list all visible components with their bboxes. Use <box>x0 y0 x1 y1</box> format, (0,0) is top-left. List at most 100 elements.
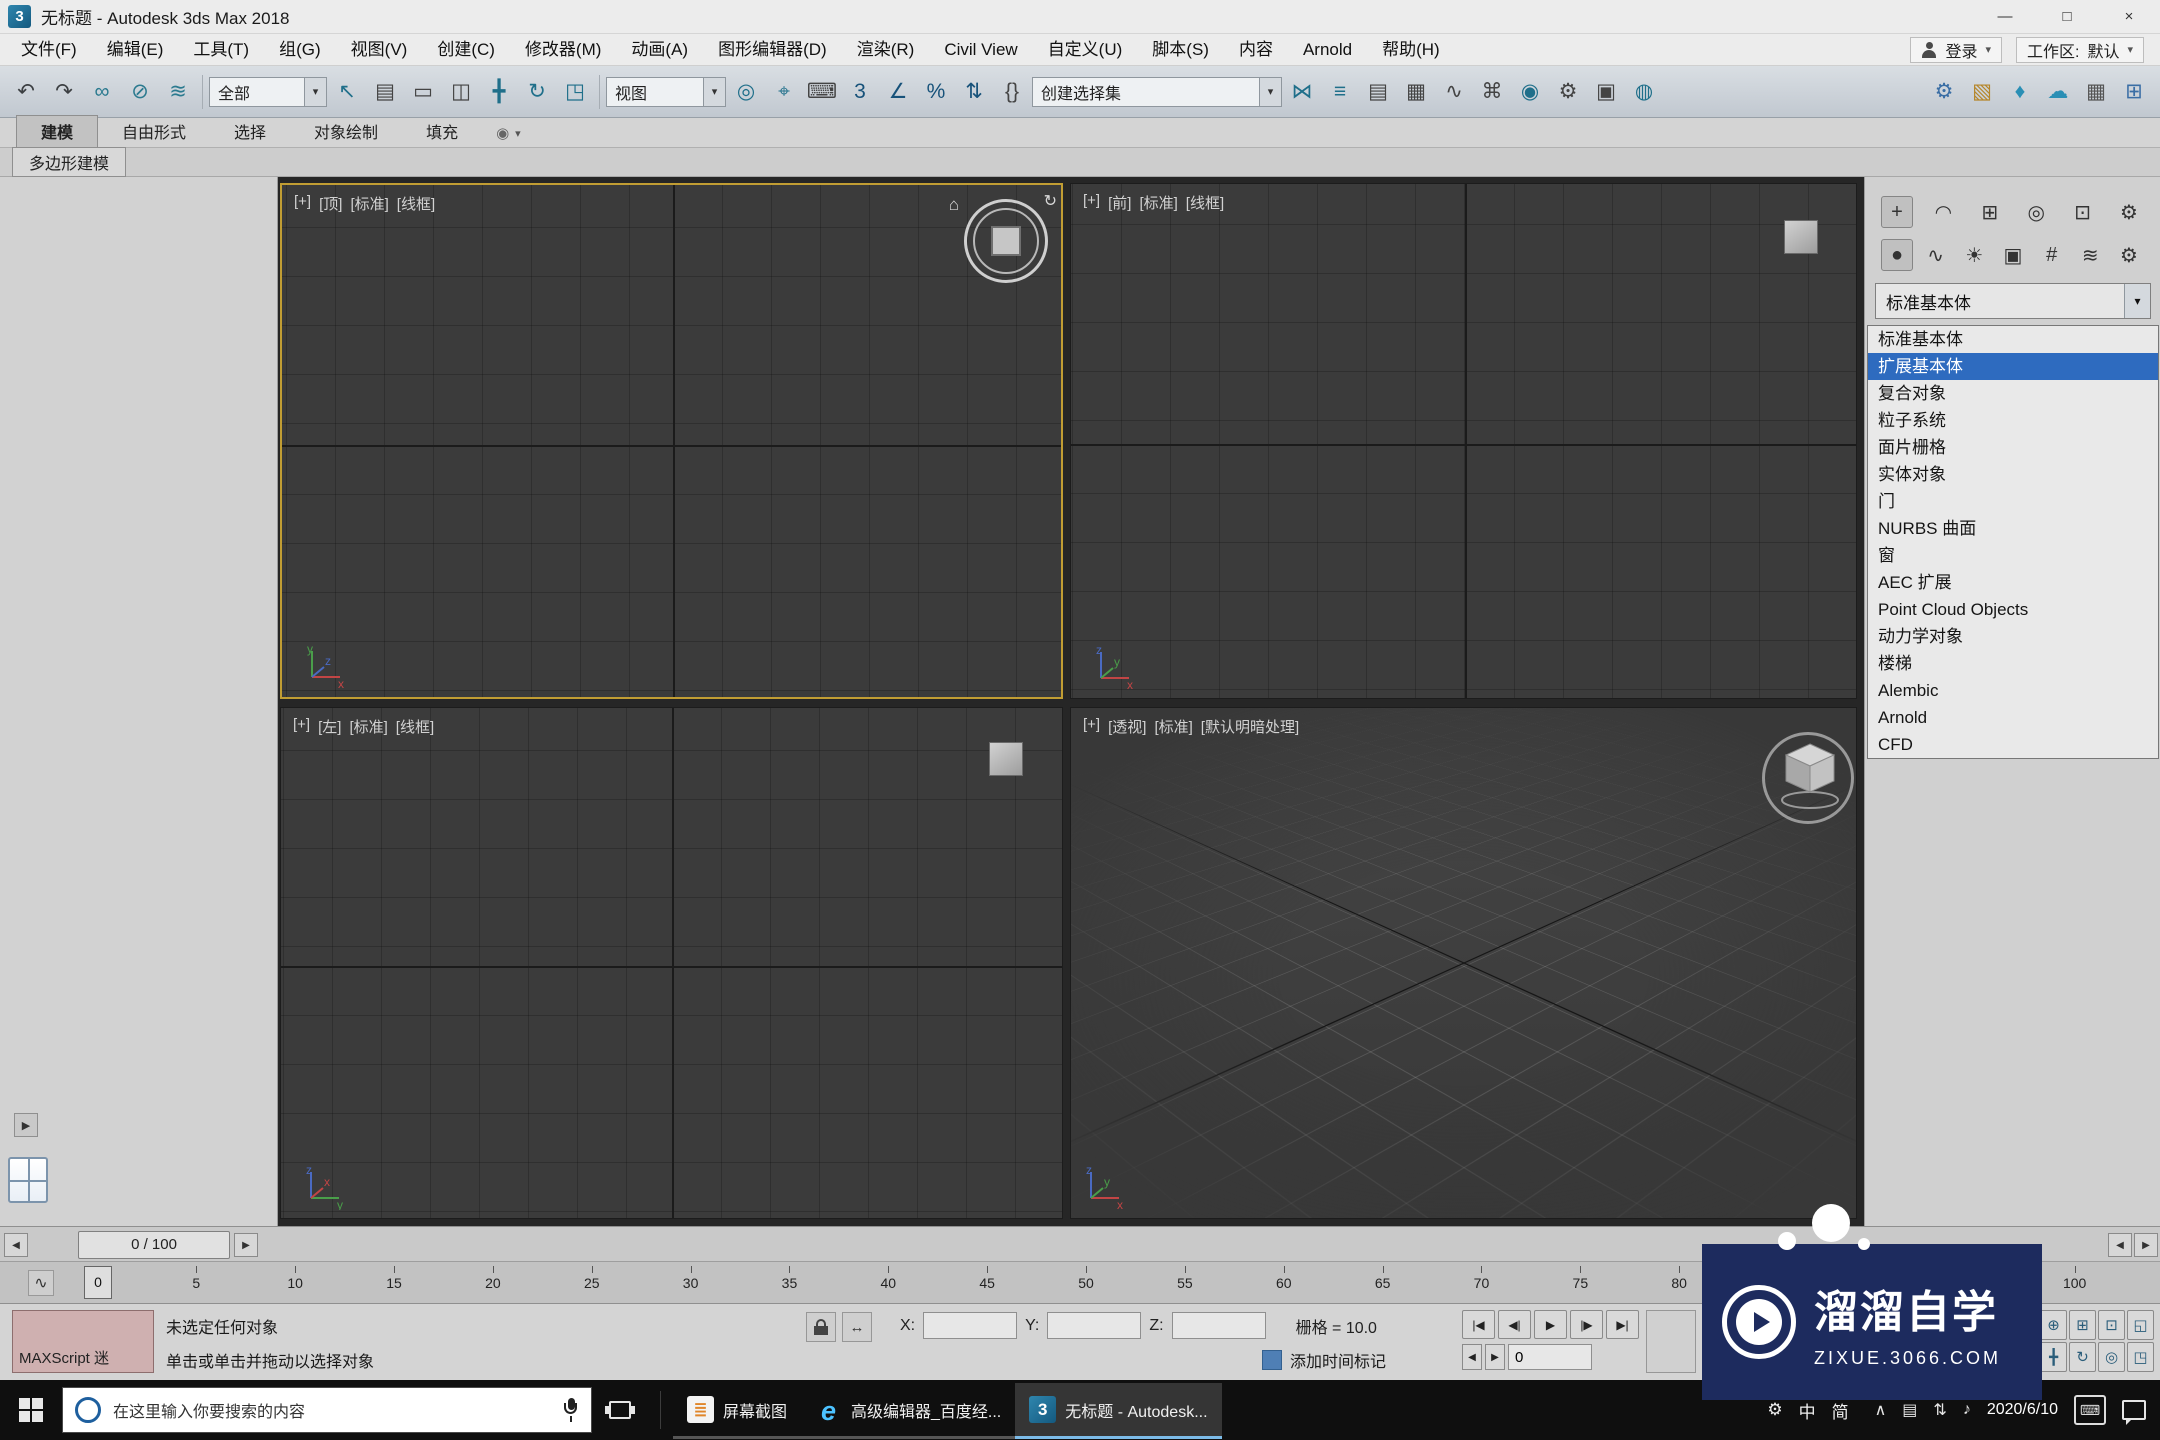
category-list-item[interactable]: NURBS 曲面 <box>1868 515 2158 542</box>
category-list-item[interactable]: 动力学对象 <box>1868 623 2158 650</box>
keyboard-shortcut-override-icon[interactable]: ⌨ <box>804 73 840 111</box>
autodesk-app-icon[interactable]: ♦ <box>2002 73 2038 111</box>
chevron-down-icon[interactable]: ▾ <box>2124 284 2150 318</box>
viewport-shading-menu[interactable]: [默认明暗处理] <box>1201 716 1299 737</box>
use-pivot-point-center-icon[interactable]: ◎ <box>728 73 764 111</box>
volume-icon[interactable]: ♪ <box>1963 1401 1971 1419</box>
asset-library-icon[interactable]: ▧ <box>1964 73 2000 111</box>
taskbar-search-input[interactable]: 在这里输入你要搜索的内容 <box>62 1387 592 1433</box>
create-tab-icon[interactable]: + <box>1881 196 1913 228</box>
ime-language-icon[interactable]: 中 <box>1799 1398 1816 1423</box>
zoom-extents-icon[interactable]: ⊡ <box>2098 1310 2125 1340</box>
notification-center-icon[interactable] <box>2122 1400 2146 1425</box>
systems-category-icon[interactable]: ⚙ <box>2113 239 2145 271</box>
previous-frame-button[interactable]: ◀| <box>1498 1310 1531 1339</box>
category-list-item[interactable]: 标准基本体 <box>1868 326 2158 353</box>
clock-date[interactable]: 2020/6/10 <box>1987 1401 2058 1419</box>
arnold-render-icon[interactable]: ▦ <box>2078 73 2114 111</box>
object-category-dropdown[interactable]: 标准基本体 ▾ <box>1875 283 2151 319</box>
maximize-button[interactable]: □ <box>2036 0 2098 33</box>
time-slider-right-arrow[interactable]: ▶ <box>234 1233 258 1257</box>
next-frame-button[interactable]: |▶ <box>1570 1310 1603 1339</box>
reference-coordinate-dropdown[interactable]: 视图 ▾ <box>606 76 726 107</box>
y-coordinate-field[interactable] <box>1047 1312 1142 1339</box>
ribbon-tab[interactable]: 选择 <box>210 116 290 147</box>
viewcube-rotation-gizmo[interactable] <box>964 199 1048 283</box>
manage-workspaces-icon[interactable]: ⚙ <box>1926 73 1962 111</box>
category-list-item[interactable]: 实体对象 <box>1868 461 2158 488</box>
named-selection-sets-dropdown[interactable]: 创建选择集 ▾ <box>1032 76 1282 107</box>
zoom-region-icon[interactable]: ◱ <box>2127 1310 2154 1340</box>
menu-item[interactable]: 工具(T) <box>178 34 264 65</box>
helpers-category-icon[interactable]: # <box>2036 239 2068 271</box>
network-status-icon[interactable]: ⇅ <box>1933 1400 1946 1420</box>
scene-explorer-icon[interactable]: ▦ <box>1398 73 1434 111</box>
viewport-left[interactable]: [+] [左] [标准] [线框] z y x <box>280 707 1063 1219</box>
login-dropdown[interactable]: 登录 ▾ <box>1910 36 2002 63</box>
hierarchy-tab-icon[interactable]: ⊞ <box>1974 196 2006 228</box>
tray-app-window-icon[interactable]: ▤ <box>1902 1400 1917 1420</box>
viewport-front[interactable]: [+] [前] [标准] [线框] z x y <box>1070 183 1857 699</box>
tray-expand-icon[interactable]: ∧ <box>1875 1400 1887 1420</box>
go-to-start-button[interactable]: |◀ <box>1462 1310 1495 1339</box>
flyout-arrow-icon[interactable]: ▶ <box>14 1113 38 1137</box>
window-crossing-toggle-icon[interactable]: ◫ <box>443 73 479 111</box>
taskbar-app-edge[interactable]: e 高级编辑器_百度经... <box>801 1383 1016 1439</box>
category-list-item[interactable]: 复合对象 <box>1868 380 2158 407</box>
menu-item[interactable]: 渲染(R) <box>842 34 930 65</box>
material-editor-icon[interactable]: ◉ <box>1512 73 1548 111</box>
category-list-item[interactable]: AEC 扩展 <box>1868 569 2158 596</box>
viewport-shading-menu[interactable]: [线框] <box>396 716 434 737</box>
rendered-frame-window-icon[interactable]: ▣ <box>1588 73 1624 111</box>
category-list-item[interactable]: 楼梯 <box>1868 650 2158 677</box>
geometry-category-icon[interactable]: ● <box>1881 239 1913 271</box>
touch-keyboard-icon[interactable]: ⌨ <box>2074 1395 2106 1425</box>
viewport-general-menu[interactable]: [+] <box>294 193 311 214</box>
viewport-general-menu[interactable]: [+] <box>293 716 310 737</box>
x-coordinate-field[interactable] <box>923 1312 1018 1339</box>
chevron-down-icon[interactable]: ▾ <box>515 127 521 140</box>
close-button[interactable]: × <box>2098 0 2160 33</box>
maximize-viewport-toggle-icon[interactable]: ◳ <box>2127 1342 2154 1372</box>
previous-key-icon[interactable]: ◀ <box>1462 1344 1482 1370</box>
viewport-general-menu[interactable]: [+] <box>1083 192 1100 213</box>
chevron-down-icon[interactable]: ▾ <box>1259 77 1281 106</box>
category-list-item[interactable]: 扩展基本体 <box>1868 353 2158 380</box>
menu-item[interactable]: 创建(C) <box>422 34 510 65</box>
display-tab-icon[interactable]: ⊡ <box>2067 196 2099 228</box>
ribbon-tab[interactable]: 填充 <box>402 116 482 147</box>
mirror-icon[interactable]: ⋈ <box>1284 73 1320 111</box>
category-list-item[interactable]: 门 <box>1868 488 2158 515</box>
category-list-item[interactable]: Point Cloud Objects <box>1868 596 2158 623</box>
viewport-style-menu[interactable]: [标准] <box>349 716 387 737</box>
maxscript-mini-listener[interactable]: MAXScript 迷 <box>12 1310 154 1373</box>
percent-snap-icon[interactable]: % <box>918 73 954 111</box>
absolute-offset-mode-icon[interactable]: ↔ <box>842 1312 872 1342</box>
viewport-perspective[interactable]: [+] [透视] [标准] [默认明暗处理] z x y <box>1070 707 1857 1219</box>
modify-tab-icon[interactable]: ◠ <box>1927 196 1959 228</box>
menu-item[interactable]: 修改器(M) <box>510 34 616 65</box>
viewport-pov-menu[interactable]: [前] <box>1108 192 1131 213</box>
category-list-item[interactable]: 窗 <box>1868 542 2158 569</box>
select-by-name-icon[interactable]: ▤ <box>367 73 403 111</box>
category-list-item[interactable]: CFD <box>1868 731 2158 758</box>
category-list-item[interactable]: Arnold <box>1868 704 2158 731</box>
menu-item[interactable]: 视图(V) <box>336 34 423 65</box>
viewport-top[interactable]: [+] [顶] [标准] [线框] ⌂ ↻ y x z <box>280 183 1063 699</box>
category-list-item[interactable]: 粒子系统 <box>1868 407 2158 434</box>
track-scroll-right-icon[interactable]: ▶ <box>2134 1233 2158 1257</box>
viewcube-icon[interactable] <box>1778 738 1842 810</box>
start-button[interactable] <box>0 1380 62 1440</box>
select-and-manipulate-icon[interactable]: ⌖ <box>766 73 802 111</box>
ime-mode-icon[interactable]: 简 <box>1832 1398 1849 1423</box>
go-to-end-button[interactable]: ▶| <box>1606 1310 1639 1339</box>
add-time-tag[interactable]: 添加时间标记 <box>1262 1348 1386 1372</box>
cloud-rendering-icon[interactable]: ☁ <box>2040 73 2076 111</box>
menu-item[interactable]: 编辑(E) <box>92 34 179 65</box>
chevron-down-icon[interactable]: ▾ <box>304 77 326 106</box>
time-slider-handle[interactable]: 0 / 100 <box>78 1231 230 1259</box>
viewport-layout-tabs-icon[interactable] <box>8 1157 48 1203</box>
set-key-button[interactable] <box>1646 1310 1696 1373</box>
menu-item[interactable]: 文件(F) <box>6 34 92 65</box>
unlink-selection-icon[interactable]: ⊘ <box>122 73 158 111</box>
